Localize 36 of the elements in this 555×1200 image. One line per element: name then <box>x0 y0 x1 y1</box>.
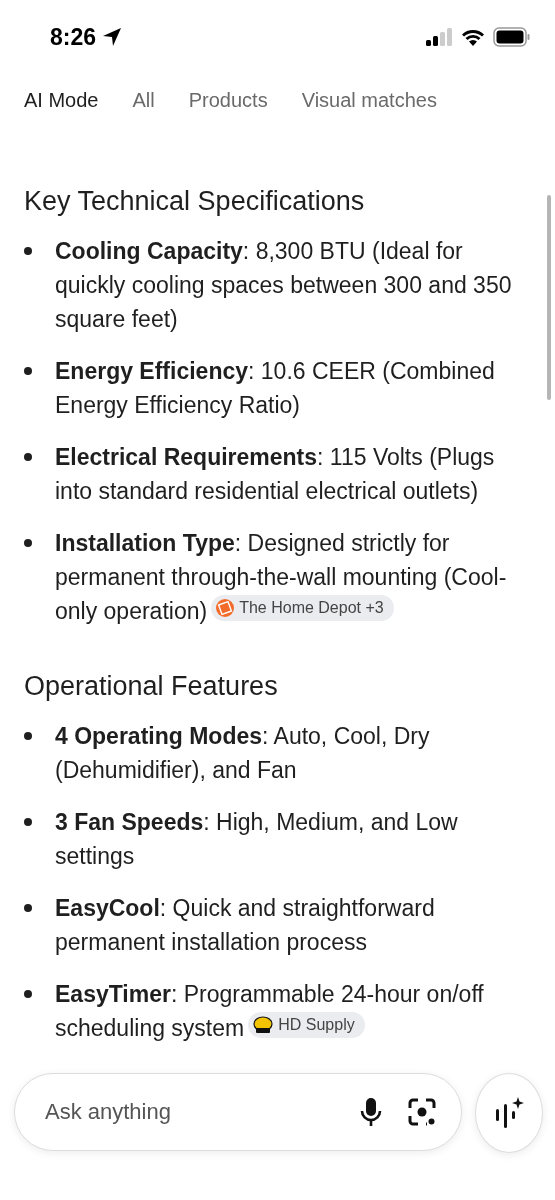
tab[interactable]: Visual matches <box>291 84 447 116</box>
spec-text: EasyTimer: Programmable 24-hour on/off scheduling system HD Supply <box>55 980 485 1043</box>
bullet-icon <box>24 453 32 461</box>
source-chip[interactable]: The Home Depot +3 <box>211 595 394 621</box>
section-heading: Key Technical Specifications <box>24 185 366 218</box>
section-heading: Operational Features <box>24 670 279 703</box>
tab[interactable]: Products <box>178 84 278 116</box>
bullet-icon <box>24 818 32 826</box>
bullet-icon <box>24 367 32 375</box>
location-arrow-icon <box>102 27 123 47</box>
bullet-icon <box>24 732 32 740</box>
tab[interactable]: AI Mode <box>14 84 109 116</box>
spec-text: Cooling Capacity: 8,300 BTU (Ideal for quickly cooling spaces between 300 and 350 square feet) <box>55 237 513 334</box>
camera-lens-icon[interactable] <box>407 1097 437 1127</box>
bullet-icon <box>24 247 32 255</box>
wifi-icon <box>461 28 485 46</box>
store-logo-icon <box>216 599 235 617</box>
supplier-logo-icon <box>253 1016 274 1034</box>
tab[interactable]: All <box>122 84 165 116</box>
bullet-icon <box>24 904 32 912</box>
microphone-icon[interactable] <box>359 1097 383 1127</box>
scrollbar[interactable] <box>547 195 551 400</box>
bullet-icon <box>24 990 32 998</box>
spec-text: Installation Type: Designed strictly for permanent through-the-wall mounting (Cool-only operation) The Home Depot +3 <box>55 529 508 626</box>
signal-icon <box>425 28 453 46</box>
spec-text: 4 Operating Modes: Auto, Cool, Dry (Dehumidifier), and Fan <box>55 722 431 785</box>
sparkle-waveform-icon <box>494 1097 524 1129</box>
spec-text: 3 Fan Speeds: High, Medium, and Low settings <box>55 808 459 871</box>
source-chip[interactable]: HD Supply <box>248 1012 365 1038</box>
spec-text: Energy Efficiency: 10.6 CEER (Combined Energy Efficiency Ratio) <box>55 357 496 420</box>
clock-time: 8:26 <box>50 23 97 51</box>
ask-input[interactable]: Ask anything <box>43 1098 335 1126</box>
bullet-icon <box>24 539 32 547</box>
spec-text: Electrical Requirements: 115 Volts (Plugs into standard residential electrical outlets) <box>55 443 496 506</box>
spec-text: EasyCool: Quick and straightforward permanent installation process <box>55 894 436 957</box>
battery-icon <box>493 27 531 47</box>
